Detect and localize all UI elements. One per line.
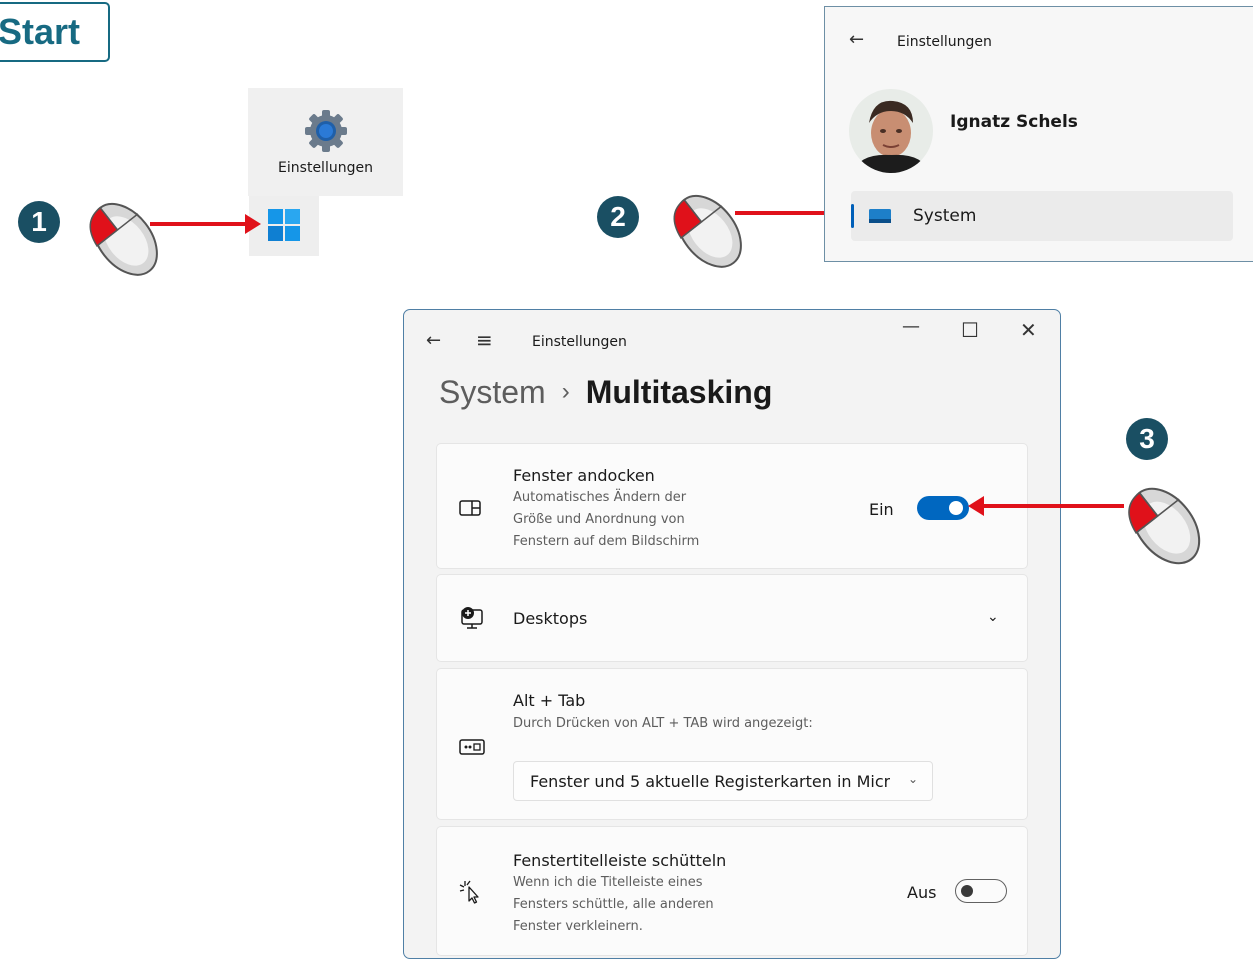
snap-state-label: Ein xyxy=(869,500,894,519)
settings-app-tile[interactable]: Einstellungen xyxy=(248,88,403,196)
window-title: Einstellungen xyxy=(532,334,627,350)
arrow-1 xyxy=(150,222,250,226)
close-icon[interactable]: ✕ xyxy=(1020,318,1037,342)
cursor-shake-icon xyxy=(459,880,479,904)
shake-title: Fenstertitelleiste schütteln xyxy=(513,851,727,870)
setting-desktops[interactable]: Desktops ⌄ xyxy=(436,574,1028,662)
snap-desc-line: Fenstern auf dem Bildschirm xyxy=(513,534,700,549)
alt-tab-title: Alt + Tab xyxy=(513,691,586,710)
arrow-3 xyxy=(980,504,1124,508)
shake-toggle[interactable] xyxy=(955,879,1007,903)
avatar xyxy=(849,89,933,173)
snap-desc-line: Größe und Anordnung von xyxy=(513,512,685,527)
desktops-title: Desktops xyxy=(513,609,588,628)
shake-desc-line: Fensters schüttle, alle anderen xyxy=(513,897,714,912)
arrow-head-3 xyxy=(968,496,984,516)
mouse-icon-1 xyxy=(89,203,158,276)
alt-tab-selected-value: Fenster und 5 aktuelle Registerkarten in… xyxy=(530,772,890,791)
maximize-icon[interactable]: ☐ xyxy=(961,318,979,342)
snap-desc-line: Automatisches Ändern der xyxy=(513,490,687,505)
windows-start-icon xyxy=(268,209,300,241)
selection-indicator xyxy=(851,204,854,228)
page-title: Multitasking xyxy=(585,374,773,410)
start-label-box: Start xyxy=(0,2,110,62)
gear-icon xyxy=(305,110,347,152)
monitor-icon xyxy=(869,209,891,223)
alt-tab-icon xyxy=(459,739,485,755)
settings-panel-title: Einstellungen xyxy=(897,34,992,50)
mouse-icon-2 xyxy=(673,195,742,268)
step-badge-3: 3 xyxy=(1126,418,1168,460)
snap-description: Automatisches Ändern der Größe und Anord… xyxy=(513,487,699,553)
settings-window: ← ≡ Einstellungen — ☐ ✕ System › Multitask… xyxy=(403,309,1061,959)
arrow-head-1 xyxy=(245,214,261,234)
settings-panel: ← Einstellungen Ignatz Schels System xyxy=(824,6,1253,262)
alt-tab-select[interactable]: Fenster und 5 aktuelle Registerkarten in… xyxy=(513,761,933,801)
desktop-add-icon xyxy=(461,607,483,629)
minimize-icon[interactable]: — xyxy=(902,316,920,337)
settings-tile-label: Einstellungen xyxy=(278,160,373,176)
step-badge-1: 1 xyxy=(18,201,60,243)
breadcrumb: System › Multitasking xyxy=(439,374,772,411)
arrow-left-icon[interactable]: ← xyxy=(426,330,441,351)
arrow-left-icon[interactable]: ← xyxy=(849,29,864,50)
setting-alt-tab: Alt + Tab Durch Drücken von ALT + TAB wi… xyxy=(436,668,1028,820)
snap-title: Fenster andocken xyxy=(513,466,655,485)
chevron-down-icon: ⌄ xyxy=(907,772,918,786)
mouse-icon-3 xyxy=(1128,487,1201,565)
breadcrumb-parent[interactable]: System xyxy=(439,374,546,410)
toggle-knob xyxy=(949,501,963,515)
chevron-down-icon[interactable]: ⌄ xyxy=(987,609,999,625)
shake-desc-line: Wenn ich die Titelleiste eines xyxy=(513,875,703,890)
shake-state-label: Aus xyxy=(907,883,937,902)
nav-item-system[interactable]: System xyxy=(851,191,1233,241)
nav-item-system-label: System xyxy=(913,206,977,226)
chevron-right-icon: › xyxy=(561,378,570,405)
snap-toggle[interactable] xyxy=(917,496,969,520)
toggle-knob xyxy=(961,885,973,897)
step-badge-2: 2 xyxy=(597,196,639,238)
shake-description: Wenn ich die Titelleiste eines Fensters … xyxy=(513,872,714,938)
setting-snap-windows[interactable]: Fenster andocken Automatisches Ändern de… xyxy=(436,443,1028,569)
setting-title-bar-shake[interactable]: Fenstertitelleiste schütteln Wenn ich di… xyxy=(436,826,1028,956)
hamburger-menu-icon[interactable]: ≡ xyxy=(476,328,493,352)
snap-layout-icon xyxy=(459,500,481,516)
shake-desc-line: Fenster verkleinern. xyxy=(513,919,643,934)
start-label: Start xyxy=(0,11,81,52)
user-name: Ignatz Schels xyxy=(950,112,1078,132)
alt-tab-description: Durch Drücken von ALT + TAB wird angezei… xyxy=(513,716,813,731)
